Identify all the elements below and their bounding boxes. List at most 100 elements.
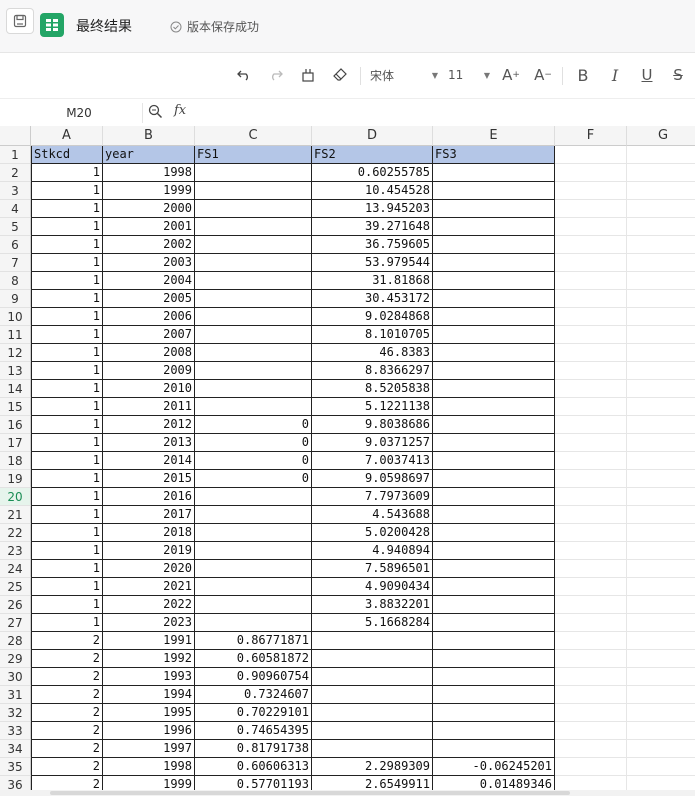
table-cell[interactable] <box>627 524 695 542</box>
row-header-20[interactable]: 20 <box>0 488 31 506</box>
zoom-search-icon[interactable] <box>148 104 163 123</box>
table-cell[interactable] <box>433 182 555 200</box>
underline-button[interactable]: U <box>638 63 656 87</box>
table-cell[interactable] <box>195 614 312 632</box>
table-cell[interactable]: 1 <box>31 560 103 578</box>
table-cell[interactable] <box>433 290 555 308</box>
row-header-15[interactable]: 15 <box>0 398 31 416</box>
table-cell[interactable]: 30.453172 <box>312 290 433 308</box>
table-cell[interactable]: 1998 <box>103 164 195 182</box>
table-cell[interactable]: 8.5205838 <box>312 380 433 398</box>
table-cell[interactable] <box>627 308 695 326</box>
table-cell[interactable] <box>312 668 433 686</box>
table-cell[interactable]: 9.0371257 <box>312 434 433 452</box>
row-header-22[interactable]: 22 <box>0 524 31 542</box>
table-cell[interactable]: 2 <box>31 740 103 758</box>
table-cell[interactable]: 1 <box>31 200 103 218</box>
table-cell[interactable] <box>433 380 555 398</box>
table-cell[interactable] <box>195 236 312 254</box>
table-cell[interactable]: 8.1010705 <box>312 326 433 344</box>
table-cell[interactable] <box>627 344 695 362</box>
table-cell[interactable] <box>312 740 433 758</box>
select-all-corner[interactable] <box>0 126 31 146</box>
table-cell[interactable]: 4.543688 <box>312 506 433 524</box>
header-cell[interactable] <box>627 146 695 164</box>
row-header-14[interactable]: 14 <box>0 380 31 398</box>
table-cell[interactable]: 2 <box>31 704 103 722</box>
table-cell[interactable] <box>627 632 695 650</box>
table-cell[interactable] <box>627 452 695 470</box>
table-cell[interactable] <box>433 434 555 452</box>
table-cell[interactable] <box>555 308 627 326</box>
table-cell[interactable] <box>312 650 433 668</box>
table-cell[interactable]: 9.0284868 <box>312 308 433 326</box>
table-cell[interactable] <box>555 668 627 686</box>
row-header-29[interactable]: 29 <box>0 650 31 668</box>
table-cell[interactable] <box>433 272 555 290</box>
table-cell[interactable] <box>555 506 627 524</box>
table-cell[interactable] <box>195 398 312 416</box>
table-cell[interactable]: -0.06245201 <box>433 758 555 776</box>
table-cell[interactable] <box>433 506 555 524</box>
table-cell[interactable] <box>555 740 627 758</box>
table-cell[interactable]: 1 <box>31 506 103 524</box>
row-header-5[interactable]: 5 <box>0 218 31 236</box>
table-cell[interactable] <box>433 236 555 254</box>
table-cell[interactable]: 2019 <box>103 542 195 560</box>
table-cell[interactable]: 1 <box>31 236 103 254</box>
row-header-33[interactable]: 33 <box>0 722 31 740</box>
table-cell[interactable]: 7.0037413 <box>312 452 433 470</box>
font-family-select[interactable]: 宋体 ▼ <box>370 63 438 87</box>
table-cell[interactable]: 2015 <box>103 470 195 488</box>
table-cell[interactable]: 1 <box>31 542 103 560</box>
table-cell[interactable] <box>433 200 555 218</box>
table-cell[interactable] <box>433 452 555 470</box>
table-cell[interactable]: 1 <box>31 578 103 596</box>
table-cell[interactable]: 1 <box>31 524 103 542</box>
table-cell[interactable] <box>627 272 695 290</box>
table-cell[interactable]: 0 <box>195 416 312 434</box>
table-cell[interactable]: 2018 <box>103 524 195 542</box>
table-cell[interactable] <box>627 758 695 776</box>
table-cell[interactable]: 1 <box>31 290 103 308</box>
font-size-select[interactable]: 11 ▼ <box>448 63 490 87</box>
table-cell[interactable] <box>627 380 695 398</box>
table-cell[interactable]: 2002 <box>103 236 195 254</box>
table-cell[interactable]: 0.7324607 <box>195 686 312 704</box>
table-cell[interactable]: 2006 <box>103 308 195 326</box>
table-cell[interactable] <box>627 704 695 722</box>
table-cell[interactable] <box>195 560 312 578</box>
table-cell[interactable] <box>555 416 627 434</box>
table-cell[interactable] <box>555 452 627 470</box>
table-cell[interactable]: 2009 <box>103 362 195 380</box>
table-cell[interactable]: 2010 <box>103 380 195 398</box>
row-header-30[interactable]: 30 <box>0 668 31 686</box>
table-cell[interactable]: 5.0200428 <box>312 524 433 542</box>
table-cell[interactable] <box>627 254 695 272</box>
table-cell[interactable] <box>433 254 555 272</box>
table-cell[interactable] <box>195 326 312 344</box>
table-cell[interactable]: 7.5896501 <box>312 560 433 578</box>
table-cell[interactable] <box>433 524 555 542</box>
row-header-17[interactable]: 17 <box>0 434 31 452</box>
table-cell[interactable]: 1998 <box>103 758 195 776</box>
bold-button[interactable]: B <box>574 63 592 87</box>
table-cell[interactable] <box>555 542 627 560</box>
table-cell[interactable] <box>433 650 555 668</box>
table-cell[interactable]: 2001 <box>103 218 195 236</box>
table-cell[interactable] <box>627 470 695 488</box>
eraser-icon[interactable] <box>330 63 350 87</box>
table-cell[interactable]: 1999 <box>103 182 195 200</box>
table-cell[interactable]: 2011 <box>103 398 195 416</box>
table-cell[interactable] <box>433 632 555 650</box>
table-cell[interactable] <box>433 722 555 740</box>
table-cell[interactable] <box>555 488 627 506</box>
strikethrough-button[interactable]: S <box>669 63 687 87</box>
row-header-13[interactable]: 13 <box>0 362 31 380</box>
table-cell[interactable] <box>195 542 312 560</box>
table-cell[interactable] <box>627 614 695 632</box>
table-cell[interactable]: 1 <box>31 416 103 434</box>
table-cell[interactable] <box>555 290 627 308</box>
table-cell[interactable]: 1991 <box>103 632 195 650</box>
table-cell[interactable]: 36.759605 <box>312 236 433 254</box>
